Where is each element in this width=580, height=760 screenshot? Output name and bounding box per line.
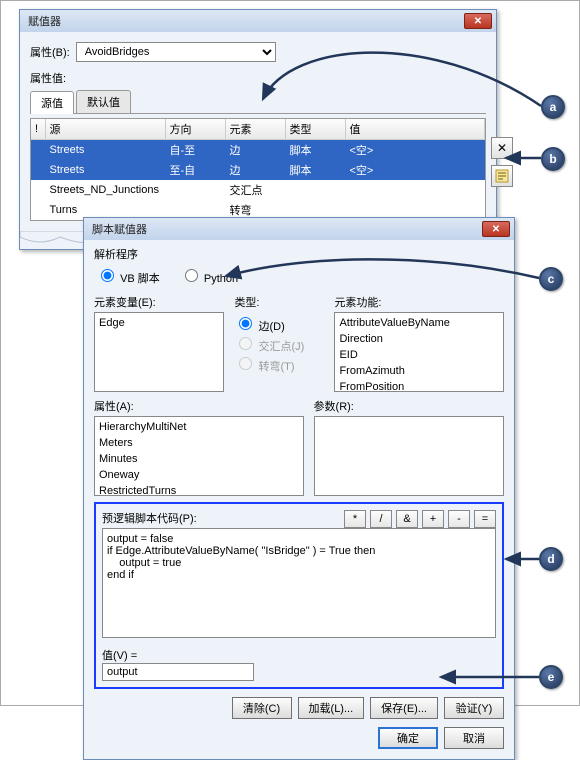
evaluator-titlebar[interactable]: 赋值器 ✕ [20, 10, 496, 32]
operator-button[interactable]: + [422, 510, 444, 528]
list-item[interactable]: Oneway [95, 467, 303, 483]
functions-list[interactable]: AttributeValueByNameDirectionEIDFromAzim… [334, 312, 504, 392]
list-item[interactable]: EID [335, 347, 503, 363]
col-source[interactable]: 源 [45, 119, 165, 140]
list-item[interactable]: Edge [95, 315, 223, 331]
values-label: 属性值: [30, 73, 66, 85]
operator-button[interactable]: = [474, 510, 496, 528]
variable-list[interactable]: Edge [94, 312, 224, 392]
callout-e: e [539, 665, 563, 689]
operator-button[interactable]: - [448, 510, 470, 528]
table-row[interactable]: Streets自-至边脚本<空> [31, 140, 485, 161]
table-row[interactable]: Streets至-自边脚本<空> [31, 160, 485, 180]
attributes-list[interactable]: HierarchyMultiNetMetersMinutesOnewayRest… [94, 416, 304, 496]
operator-button[interactable]: * [344, 510, 366, 528]
params-label: 参数(R): [314, 398, 504, 414]
radio-type-edge[interactable]: 边(D) [234, 321, 284, 333]
value-expression[interactable] [102, 663, 254, 681]
parser-label: 解析程序 [94, 246, 504, 262]
values-table: ! 源 方向 元素 类型 值 Streets自-至边脚本<空>Streets至-… [30, 118, 486, 221]
callout-a: a [541, 95, 565, 119]
tabs: 源值 默认值 [30, 90, 486, 114]
property-combo[interactable]: AvoidBridges [76, 42, 276, 62]
prelogic-label: 预逻辑脚本代码(P): [102, 510, 344, 526]
col-direction[interactable]: 方向 [165, 119, 225, 140]
cancel-button[interactable]: 取消 [444, 727, 504, 749]
list-item[interactable]: FromAzimuth [335, 363, 503, 379]
delete-row-button[interactable]: ✕ [491, 137, 513, 159]
operator-buttons: */&+-= [344, 510, 496, 528]
radio-python[interactable]: Python [180, 266, 238, 286]
type-label: 类型: [234, 294, 324, 310]
prelogic-box: 预逻辑脚本代码(P): */&+-= 值(V) = [94, 502, 504, 689]
list-item[interactable]: Minutes [95, 451, 303, 467]
attributes-label: 属性(A): [94, 398, 304, 414]
evaluator-title: 赋值器 [28, 13, 61, 29]
tab-default-values[interactable]: 默认值 [76, 90, 131, 113]
list-item[interactable]: FromPosition [335, 379, 503, 392]
list-item[interactable]: HierarchyMultiNet [95, 419, 303, 435]
script-evaluator-window: 脚本赋值器 ✕ 解析程序 VB 脚本 Python 元素变量(E): Edge … [83, 217, 515, 760]
radio-type-turn: 转弯(T) [234, 361, 294, 373]
callout-d: d [539, 547, 563, 571]
table-row[interactable]: Streets_ND_Junctions交汇点 [31, 180, 485, 200]
radio-vbscript[interactable]: VB 脚本 [96, 266, 160, 286]
value-label: 值(V) = [102, 647, 137, 663]
variable-label: 元素变量(E): [94, 294, 224, 310]
list-item[interactable]: RestrictedTurns [95, 483, 303, 496]
list-item[interactable]: Direction [335, 331, 503, 347]
close-icon[interactable]: ✕ [464, 13, 492, 29]
functions-label: 元素功能: [334, 294, 504, 310]
verify-button[interactable]: 验证(Y) [444, 697, 504, 719]
params-list[interactable] [314, 416, 504, 496]
edit-script-button[interactable] [491, 165, 513, 187]
col-bang[interactable]: ! [31, 119, 45, 140]
save-button[interactable]: 保存(E)... [370, 697, 438, 719]
operator-button[interactable]: & [396, 510, 418, 528]
tab-source-values[interactable]: 源值 [30, 91, 74, 114]
list-item[interactable]: AttributeValueByName [335, 315, 503, 331]
radio-type-junction: 交汇点(J) [234, 341, 304, 353]
close-icon[interactable]: ✕ [482, 221, 510, 237]
operator-button[interactable]: / [370, 510, 392, 528]
prelogic-code[interactable] [102, 528, 496, 638]
col-value[interactable]: 值 [345, 119, 485, 140]
script-window-title: 脚本赋值器 [92, 221, 147, 237]
col-element[interactable]: 元素 [225, 119, 285, 140]
list-item[interactable]: Meters [95, 435, 303, 451]
col-type[interactable]: 类型 [285, 119, 345, 140]
ok-button[interactable]: 确定 [378, 727, 438, 749]
callout-c: c [539, 267, 563, 291]
load-button[interactable]: 加载(L)... [298, 697, 365, 719]
evaluator-window: 赋值器 ✕ 属性(B): AvoidBridges 属性值: 源值 默认值 ! … [19, 9, 497, 250]
property-label: 属性(B): [30, 44, 70, 60]
callout-b: b [541, 147, 565, 171]
script-titlebar[interactable]: 脚本赋值器 ✕ [84, 218, 514, 240]
clear-button[interactable]: 清除(C) [232, 697, 292, 719]
